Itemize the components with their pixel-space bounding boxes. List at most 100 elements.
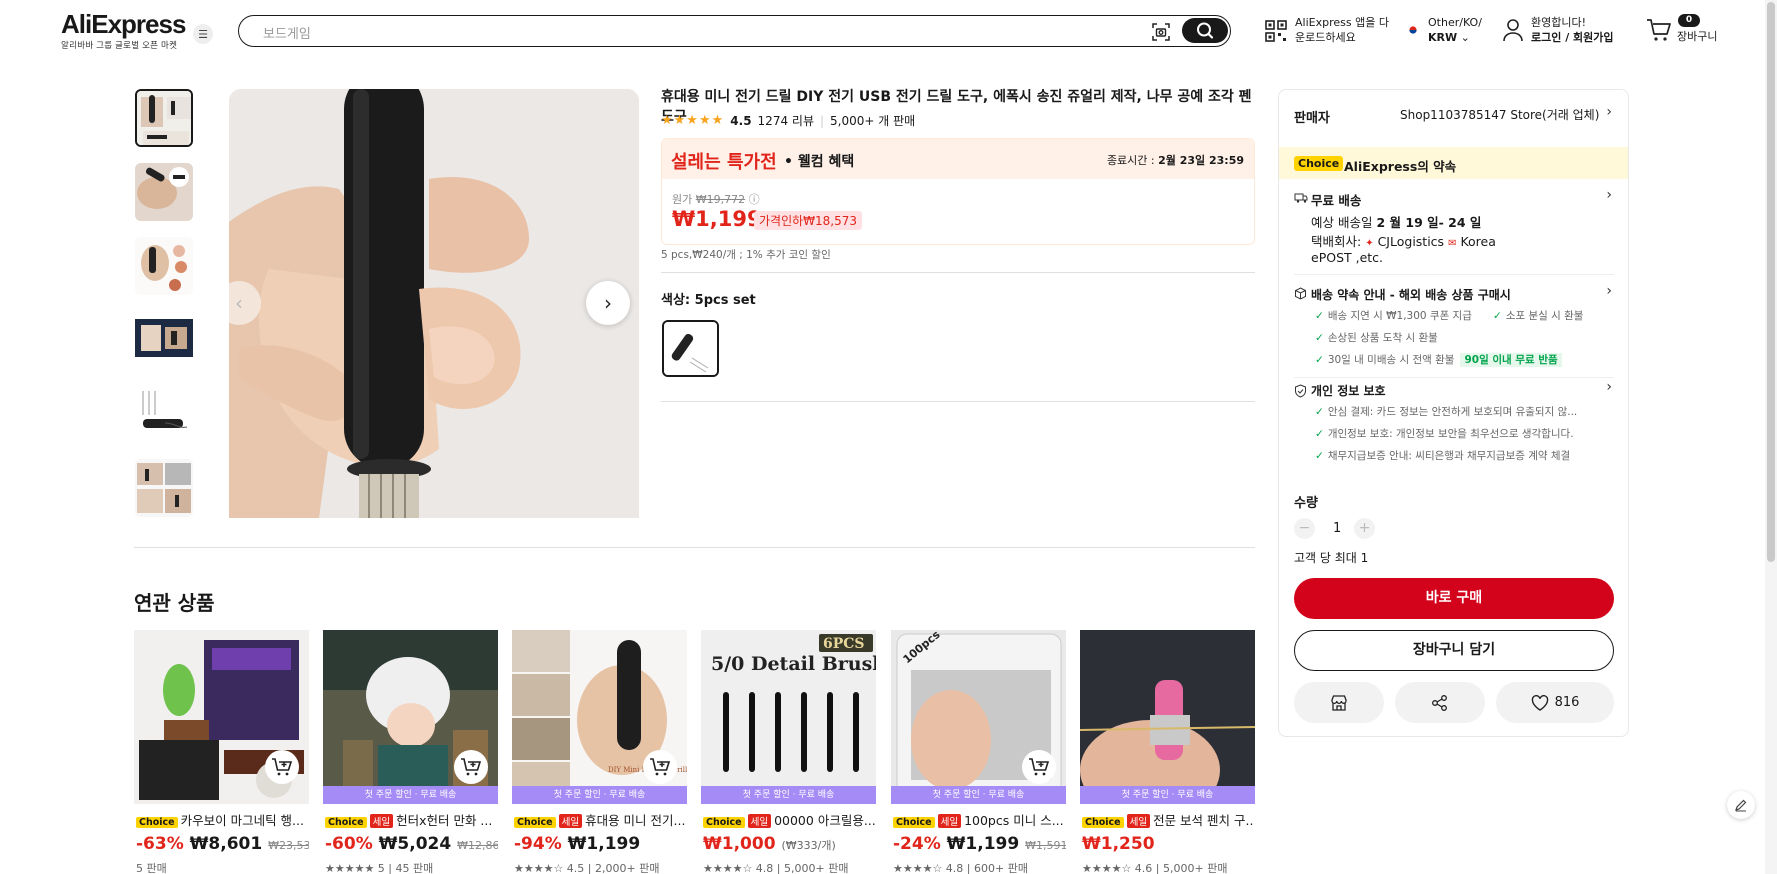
- truck-icon: [1294, 193, 1308, 203]
- product-name: Choice 세일 전문 보석 펜치 구...: [1082, 810, 1254, 829]
- promise-title: AliExpress의 약속: [1344, 159, 1457, 174]
- chevron-right-icon[interactable]: ›: [1606, 379, 1612, 395]
- review-count[interactable]: 1274 리뷰: [758, 112, 814, 129]
- product-name: Choice 세일 헌터x헌터 만화 ...: [325, 810, 497, 829]
- product-name: Choice 세일 휴대용 미니 전기...: [514, 810, 686, 829]
- add-to-cart-icon[interactable]: [265, 750, 299, 784]
- related-product-card[interactable]: 100pcs 첫 주문 할인 · 무료 배송 Choice 세일 100pcs 미니…: [891, 630, 1066, 874]
- gallery-thumbnail[interactable]: [135, 311, 193, 369]
- add-to-cart-icon[interactable]: [1022, 750, 1056, 784]
- seller-name[interactable]: Shop1103785147 Store(거래 업체): [1400, 106, 1599, 123]
- main-product-image[interactable]: [229, 89, 639, 518]
- promise-item: ✓ 30일 내 미배송 시 전액 환불 90일 이내 무료 반품: [1315, 352, 1562, 367]
- quantity-limit: 고객 당 최대 1: [1294, 551, 1369, 565]
- add-to-cart-icon[interactable]: [454, 750, 488, 784]
- user-icon[interactable]: [1502, 18, 1524, 42]
- product-image[interactable]: [1080, 630, 1255, 804]
- info-icon[interactable]: ⓘ: [749, 193, 760, 206]
- courier-etc: ePOST ,etc.: [1311, 250, 1384, 265]
- product-price: -24% ₩1,199 ₩1,591: [893, 834, 1066, 854]
- product-price: -63% ₩8,601 ₩23,531: [136, 834, 309, 854]
- chevron-right-icon[interactable]: ›: [1606, 187, 1612, 203]
- gallery-thumbnail[interactable]: [135, 89, 193, 147]
- brushes-title: 5/0 Detail Brushes: [711, 653, 876, 675]
- top-header: AliExpress 알리바바 그룹 글로벌 오픈 마켓 ☰ 보드게임 AliE…: [0, 0, 1777, 62]
- store-button[interactable]: [1294, 682, 1384, 723]
- product-image[interactable]: 6PCS5/0 Detail Brushes: [701, 630, 876, 804]
- menu-button[interactable]: ☰: [193, 24, 213, 44]
- add-to-cart-button[interactable]: 장바구니 담기: [1294, 630, 1614, 671]
- pencil-icon: [1735, 799, 1747, 812]
- quantity-value[interactable]: 1: [1333, 521, 1341, 536]
- menu-icon: ☰: [198, 27, 208, 41]
- promo-title: 설레는 특가전: [671, 152, 777, 173]
- aliexpress-logo[interactable]: AliExpress 알리바바 그룹 글로벌 오픈 마켓: [61, 10, 186, 51]
- search-input[interactable]: 보드게임: [263, 23, 311, 42]
- shield-icon: [1295, 384, 1306, 398]
- quantity-increase-button[interactable]: +: [1354, 518, 1375, 539]
- gallery-thumbnail[interactable]: [135, 459, 193, 517]
- image-search-icon[interactable]: [1151, 22, 1171, 42]
- share-button[interactable]: [1395, 682, 1485, 723]
- promise-item: ✓ 배송 지연 시 ₩1,300 쿠폰 지급: [1315, 310, 1472, 322]
- related-product-card[interactable]: Choice카우보이 마그네틱 행... -63% ₩8,601 ₩23,531…: [134, 630, 309, 874]
- product-meta: ★★★★☆ 4.5 | 2,000+ 판매: [514, 862, 660, 874]
- seller-label: 판매자: [1294, 111, 1330, 126]
- qr-code-icon[interactable]: [1264, 19, 1288, 43]
- cart-icon[interactable]: [1646, 18, 1672, 42]
- courier-info: 택배회사: ✦ CJLogistics ✉ Korea: [1311, 234, 1496, 249]
- gallery-thumbnail[interactable]: [135, 237, 193, 295]
- add-to-cart-icon[interactable]: [643, 750, 677, 784]
- promo-ribbon: 첫 주문 할인 · 무료 배송: [512, 786, 687, 804]
- chevron-right-icon[interactable]: ›: [1606, 104, 1612, 120]
- gallery-thumbnail[interactable]: [135, 385, 193, 443]
- promo-ribbon: 첫 주문 할인 · 무료 배송: [701, 786, 876, 804]
- wishlist-button[interactable]: 816: [1496, 682, 1614, 723]
- gallery-thumbnail[interactable]: [135, 163, 193, 221]
- quantity-decrease-button[interactable]: −: [1294, 518, 1315, 539]
- sale-price: ₩1,199: [672, 207, 762, 231]
- shipping-promise-link[interactable]: 배송 약속 안내 - 해외 배송 상품 구매시: [1311, 286, 1511, 303]
- chevron-right-icon[interactable]: ›: [1606, 283, 1612, 299]
- page-scrollbar[interactable]: [1765, 0, 1777, 874]
- feedback-button[interactable]: [1727, 791, 1755, 819]
- product-meta: ★★★★☆ 4.8 | 600+ 판매: [893, 862, 1028, 874]
- app-download-link[interactable]: AliExpress 앱을 다 운로드하세요: [1295, 15, 1389, 45]
- related-product-card[interactable]: 첫 주문 할인 · 무료 배송 Choice 세일 전문 보석 펜치 구... ₩1…: [1080, 630, 1255, 874]
- related-product-card[interactable]: 첫 주문 할인 · 무료 배송 Choice 세일 헌터x헌터 만화 ... -60…: [323, 630, 498, 874]
- product-price: ₩1,000 (₩333/개): [703, 834, 836, 854]
- buy-now-button[interactable]: 바로 구매: [1294, 578, 1614, 619]
- cj-logo-icon: ✦: [1365, 238, 1374, 249]
- share-icon: [1432, 694, 1447, 711]
- chevron-right-icon: ›: [604, 291, 612, 315]
- korea-post-icon: ✉: [1448, 238, 1457, 249]
- logo-subtitle: 알리바바 그룹 글로벌 오픈 마켓: [61, 40, 178, 50]
- choice-badge: Choice: [1294, 156, 1344, 171]
- gallery-next-button[interactable]: ›: [586, 281, 630, 325]
- choice-promise-banner: Choice AliExpress의 약속: [1279, 147, 1628, 179]
- privacy-item: ✓ 채무지급보증 안내: 씨티은행과 채무지급보증 계약 체결: [1315, 450, 1571, 462]
- scrollbar-thumb[interactable]: [1767, 2, 1775, 562]
- related-product-card[interactable]: 6PCS5/0 Detail Brushes 첫 주문 할인 · 무료 배송 C…: [701, 630, 876, 874]
- wishlist-count: 816: [1554, 695, 1580, 710]
- estimated-delivery: 예상 배송일 2 월 19 일- 24 일: [1311, 215, 1482, 230]
- free-return-tag: 90일 이내 무료 반품: [1460, 353, 1562, 367]
- search-bar[interactable]: 보드게임: [238, 15, 1231, 47]
- product-price: ₩1,250: [1082, 834, 1155, 854]
- search-button[interactable]: [1182, 18, 1228, 43]
- related-products-title: 연관 상품: [134, 591, 215, 615]
- free-shipping-label[interactable]: 무료 배송: [1311, 190, 1361, 209]
- promise-item: ✓ 소포 분실 시 환불: [1493, 310, 1584, 322]
- promo-subtitle: • 웰컴 혜택: [784, 154, 855, 170]
- divider: [134, 547, 1255, 548]
- cart-label[interactable]: 장바구니: [1677, 29, 1717, 44]
- promo-price-box: 설레는 특가전 • 웰컴 혜택 종료시간 : 2월 23일 23:59 원가 ₩…: [661, 138, 1255, 245]
- privacy-protection-link[interactable]: 개인 정보 보호: [1311, 382, 1386, 399]
- login-signup-link[interactable]: 환영합니다! 로그인 / 회원가입: [1531, 15, 1614, 45]
- color-option-5pcs-set[interactable]: [662, 320, 719, 377]
- region-currency-selector[interactable]: Other/KO/KRW ⌄: [1428, 15, 1482, 45]
- promo-ribbon: 첫 주문 할인 · 무료 배송: [323, 786, 498, 804]
- gallery-prev-button[interactable]: ‹: [217, 281, 261, 325]
- related-product-card[interactable]: DIY Mini Electric Drill 첫 주문 할인 · 무료 배송 …: [512, 630, 687, 874]
- product-meta: ★★★★☆ 4.6 | 5,000+ 판매: [1082, 862, 1228, 874]
